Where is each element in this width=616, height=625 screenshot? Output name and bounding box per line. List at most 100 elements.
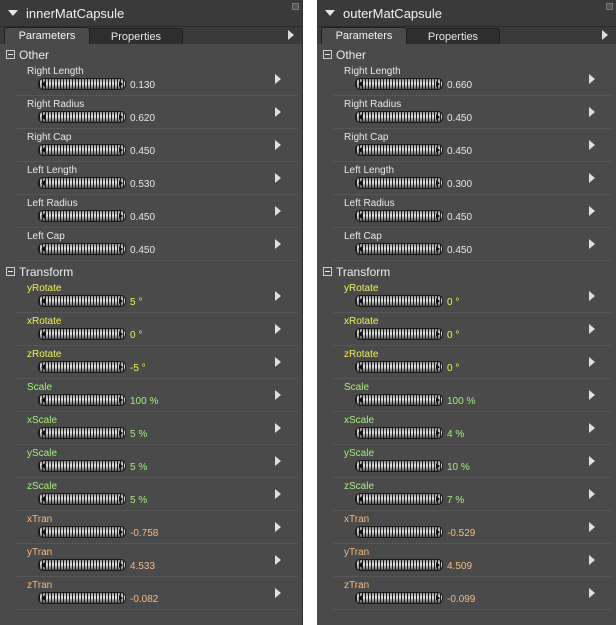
group-header-transform[interactable]: Transform bbox=[317, 263, 616, 280]
dial-left-arrow-icon[interactable] bbox=[41, 364, 45, 370]
param-menu-arrow-icon[interactable] bbox=[589, 291, 595, 301]
dial-right-arrow-icon[interactable] bbox=[119, 81, 123, 87]
param-dial[interactable] bbox=[38, 493, 126, 505]
param-dial[interactable] bbox=[38, 394, 126, 406]
group-header-other[interactable]: Other bbox=[317, 46, 616, 63]
dial-right-arrow-icon[interactable] bbox=[436, 595, 440, 601]
dial-left-arrow-icon[interactable] bbox=[358, 331, 362, 337]
panel-corner-button[interactable] bbox=[292, 3, 299, 10]
param-menu-arrow-icon[interactable] bbox=[275, 107, 281, 117]
dial-right-arrow-icon[interactable] bbox=[436, 463, 440, 469]
param-menu-arrow-icon[interactable] bbox=[275, 588, 281, 598]
dial-left-arrow-icon[interactable] bbox=[358, 114, 362, 120]
dial-left-arrow-icon[interactable] bbox=[358, 397, 362, 403]
param-value[interactable]: 10 % bbox=[447, 462, 470, 474]
param-value[interactable]: 0.300 bbox=[447, 179, 472, 191]
param-dial[interactable] bbox=[38, 460, 126, 472]
dial-right-arrow-icon[interactable] bbox=[436, 180, 440, 186]
param-menu-arrow-icon[interactable] bbox=[589, 239, 595, 249]
dial-left-arrow-icon[interactable] bbox=[41, 213, 45, 219]
dial-left-arrow-icon[interactable] bbox=[358, 81, 362, 87]
dial-left-arrow-icon[interactable] bbox=[41, 595, 45, 601]
dial-left-arrow-icon[interactable] bbox=[358, 213, 362, 219]
param-dial[interactable] bbox=[355, 559, 443, 571]
dial-right-arrow-icon[interactable] bbox=[119, 364, 123, 370]
param-dial[interactable] bbox=[38, 144, 126, 156]
dial-right-arrow-icon[interactable] bbox=[436, 562, 440, 568]
param-menu-arrow-icon[interactable] bbox=[275, 555, 281, 565]
dial-right-arrow-icon[interactable] bbox=[436, 246, 440, 252]
dial-left-arrow-icon[interactable] bbox=[41, 463, 45, 469]
param-dial[interactable] bbox=[355, 493, 443, 505]
param-menu-arrow-icon[interactable] bbox=[589, 390, 595, 400]
dial-right-arrow-icon[interactable] bbox=[119, 298, 123, 304]
panel-corner-button[interactable] bbox=[606, 3, 613, 10]
panel-titlebar[interactable]: innerMatCapsule bbox=[0, 0, 302, 27]
param-dial[interactable] bbox=[38, 592, 126, 604]
dial-right-arrow-icon[interactable] bbox=[119, 562, 123, 568]
param-menu-arrow-icon[interactable] bbox=[589, 456, 595, 466]
param-menu-arrow-icon[interactable] bbox=[275, 74, 281, 84]
dial-right-arrow-icon[interactable] bbox=[436, 529, 440, 535]
param-value[interactable]: 0 ° bbox=[447, 363, 459, 375]
dial-right-arrow-icon[interactable] bbox=[119, 430, 123, 436]
dial-left-arrow-icon[interactable] bbox=[358, 430, 362, 436]
param-value[interactable]: 0.450 bbox=[447, 245, 472, 257]
param-value[interactable]: 0.450 bbox=[130, 212, 155, 224]
panel-menu-arrow-icon[interactable] bbox=[602, 30, 608, 40]
dial-right-arrow-icon[interactable] bbox=[436, 81, 440, 87]
param-menu-arrow-icon[interactable] bbox=[589, 107, 595, 117]
param-dial[interactable] bbox=[355, 526, 443, 538]
param-menu-arrow-icon[interactable] bbox=[275, 423, 281, 433]
dial-right-arrow-icon[interactable] bbox=[119, 463, 123, 469]
tab-properties[interactable]: Properties bbox=[406, 28, 500, 44]
dial-right-arrow-icon[interactable] bbox=[436, 147, 440, 153]
dial-right-arrow-icon[interactable] bbox=[119, 213, 123, 219]
dial-right-arrow-icon[interactable] bbox=[119, 114, 123, 120]
param-dial[interactable] bbox=[38, 295, 126, 307]
param-value[interactable]: 0 ° bbox=[447, 330, 459, 342]
param-dial[interactable] bbox=[355, 328, 443, 340]
tab-parameters[interactable]: Parameters bbox=[4, 27, 90, 44]
dial-left-arrow-icon[interactable] bbox=[41, 180, 45, 186]
param-menu-arrow-icon[interactable] bbox=[275, 173, 281, 183]
dial-right-arrow-icon[interactable] bbox=[119, 180, 123, 186]
dial-left-arrow-icon[interactable] bbox=[41, 81, 45, 87]
param-value[interactable]: 0.530 bbox=[130, 179, 155, 191]
param-dial[interactable] bbox=[355, 243, 443, 255]
dial-left-arrow-icon[interactable] bbox=[358, 562, 362, 568]
param-menu-arrow-icon[interactable] bbox=[589, 173, 595, 183]
param-value[interactable]: 0.620 bbox=[130, 113, 155, 125]
param-menu-arrow-icon[interactable] bbox=[275, 489, 281, 499]
param-menu-arrow-icon[interactable] bbox=[589, 423, 595, 433]
param-menu-arrow-icon[interactable] bbox=[589, 324, 595, 334]
param-dial[interactable] bbox=[38, 243, 126, 255]
param-menu-arrow-icon[interactable] bbox=[275, 324, 281, 334]
param-dial[interactable] bbox=[355, 592, 443, 604]
dial-right-arrow-icon[interactable] bbox=[119, 246, 123, 252]
param-value[interactable]: 0.450 bbox=[130, 245, 155, 257]
panel-titlebar[interactable]: outerMatCapsule bbox=[317, 0, 616, 27]
collapse-minus-icon[interactable] bbox=[323, 50, 332, 59]
param-dial[interactable] bbox=[38, 559, 126, 571]
dial-left-arrow-icon[interactable] bbox=[358, 463, 362, 469]
dial-right-arrow-icon[interactable] bbox=[436, 298, 440, 304]
param-menu-arrow-icon[interactable] bbox=[275, 456, 281, 466]
param-menu-arrow-icon[interactable] bbox=[275, 522, 281, 532]
param-menu-arrow-icon[interactable] bbox=[275, 206, 281, 216]
param-dial[interactable] bbox=[38, 177, 126, 189]
param-menu-arrow-icon[interactable] bbox=[589, 206, 595, 216]
param-dial[interactable] bbox=[38, 427, 126, 439]
param-value[interactable]: -0.529 bbox=[447, 528, 475, 540]
tab-parameters[interactable]: Parameters bbox=[321, 27, 407, 44]
dial-left-arrow-icon[interactable] bbox=[41, 496, 45, 502]
param-value[interactable]: 4 % bbox=[447, 429, 464, 441]
param-dial[interactable] bbox=[355, 78, 443, 90]
param-value[interactable]: 0.450 bbox=[447, 212, 472, 224]
param-dial[interactable] bbox=[355, 177, 443, 189]
dial-left-arrow-icon[interactable] bbox=[358, 364, 362, 370]
dial-right-arrow-icon[interactable] bbox=[119, 595, 123, 601]
param-value[interactable]: 5 ° bbox=[130, 297, 142, 309]
collapse-triangle-icon[interactable] bbox=[325, 10, 335, 16]
dial-right-arrow-icon[interactable] bbox=[119, 331, 123, 337]
